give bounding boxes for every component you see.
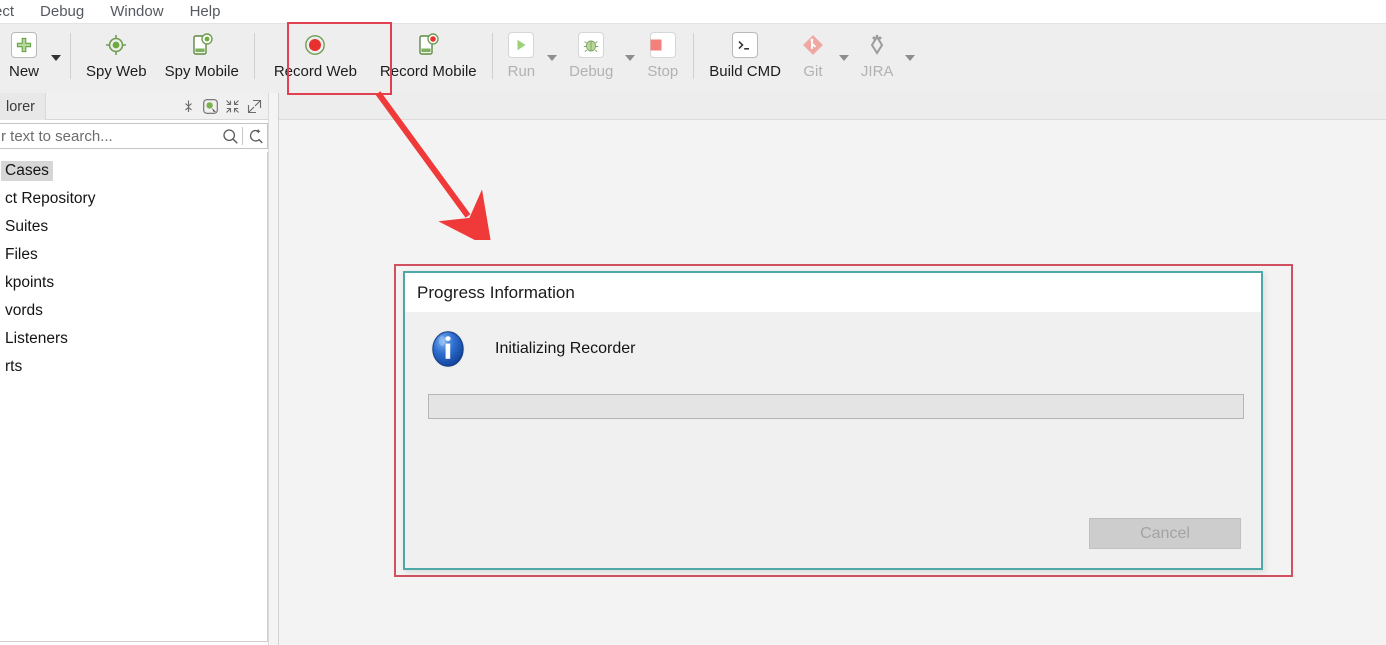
run-play-icon [508, 30, 535, 60]
menu-item-help[interactable]: Help [177, 0, 234, 23]
maximize-icon[interactable] [247, 99, 262, 114]
tests-explorer-panel: lorer r text to search... Cases ct Repos… [0, 93, 268, 645]
menu-item-project[interactable]: ect [0, 0, 27, 23]
tree-item-label: kpoints [5, 274, 55, 291]
debug-dropdown-arrow[interactable] [622, 24, 638, 88]
plus-glyph [16, 37, 32, 53]
main-toolbar: New Spy Web Spy Mobile Record Web Record… [0, 23, 1386, 93]
git-button[interactable]: Git [790, 24, 836, 88]
menu-item-debug[interactable]: Debug [27, 0, 97, 23]
tree-item-data-files[interactable]: Files [0, 241, 261, 269]
menu-bar: ect Debug Window Help [0, 0, 1386, 23]
dialog-message-row: Initializing Recorder [427, 328, 636, 370]
run-dropdown-arrow[interactable] [544, 24, 560, 88]
tree-item-label: rts [5, 358, 23, 375]
spy-mobile-button[interactable]: Spy Mobile [156, 24, 248, 88]
toolbar-group-jira: JIRA [852, 24, 919, 94]
spy-web-button[interactable]: Spy Web [77, 24, 156, 88]
dialog-title: Progress Information [417, 282, 575, 302]
run-button-label: Run [507, 63, 536, 80]
jira-icon [863, 30, 891, 60]
git-dropdown-arrow[interactable] [836, 24, 852, 88]
run-button[interactable]: Run [499, 24, 545, 88]
tree-item-label: Cases [1, 161, 53, 181]
dialog-message: Initializing Recorder [495, 340, 636, 357]
debug-button[interactable]: Debug [560, 24, 622, 88]
tree-item-checkpoints[interactable]: kpoints [0, 269, 261, 297]
advanced-search-icon[interactable] [243, 124, 267, 148]
tree-item-label: Suites [5, 218, 49, 235]
toolbar-group-new: New [0, 24, 64, 94]
tree-item-label: Listeners [5, 330, 68, 347]
toolbar-group-git: Git [790, 24, 852, 94]
stop-button[interactable]: Stop [638, 24, 687, 88]
record-web-button-label: Record Web [273, 63, 357, 80]
toolbar-separator-4 [693, 33, 695, 79]
jira-button[interactable]: JIRA [852, 24, 903, 88]
terminal-prompt-icon [732, 30, 759, 60]
record-mobile-device-icon [415, 30, 441, 60]
cancel-button[interactable]: Cancel [1089, 518, 1241, 549]
progress-information-dialog: Progress Information Initializing Record… [403, 271, 1263, 570]
tree-item-test-suites[interactable]: Suites [0, 213, 261, 241]
toolbar-group-debug: Debug [560, 24, 638, 94]
new-button-label: New [9, 63, 40, 80]
tree-item-test-cases[interactable]: Cases [0, 157, 261, 185]
editor-tab-strip [279, 93, 1386, 120]
sidebar-resize-handle[interactable] [268, 93, 279, 645]
git-button-label: Git [803, 63, 823, 80]
jira-dropdown-arrow[interactable] [902, 24, 918, 88]
record-mobile-button[interactable]: Record Mobile [370, 24, 486, 88]
git-diamond-icon [799, 30, 827, 60]
collapse-to-point-icon[interactable] [181, 99, 196, 114]
tree-item-label: ct Repository [5, 190, 96, 207]
spy-web-target-icon [103, 30, 129, 60]
search-icon[interactable] [218, 124, 242, 148]
record-web-circle-icon [302, 30, 328, 60]
explorer-toolbar [181, 93, 262, 120]
stop-square-icon [649, 30, 676, 60]
tree-item-test-listeners[interactable]: Listeners [0, 325, 261, 353]
new-plus-icon [11, 30, 37, 60]
stop-button-label: Stop [647, 63, 679, 80]
explorer-tab-bar: lorer [0, 93, 268, 120]
debug-button-label: Debug [569, 63, 614, 80]
build-cmd-button[interactable]: Build CMD [700, 24, 790, 88]
tab-tests-explorer[interactable]: lorer [0, 93, 47, 120]
link-with-editor-icon[interactable] [203, 99, 218, 114]
tree-item-object-repository[interactable]: ct Repository [0, 185, 261, 213]
dialog-body: Initializing Recorder Cancel [405, 312, 1261, 568]
record-web-button[interactable]: Record Web [261, 24, 370, 88]
record-mobile-button-label: Record Mobile [379, 63, 477, 80]
menu-item-window[interactable]: Window [97, 0, 176, 23]
toolbar-separator-1 [70, 33, 72, 79]
search-input[interactable] [0, 124, 218, 148]
collapse-all-icon[interactable] [225, 99, 240, 114]
debug-bug-icon [578, 30, 605, 60]
tree-item-keywords[interactable]: vords [0, 297, 261, 325]
spy-mobile-button-label: Spy Mobile [164, 63, 239, 80]
jira-button-label: JIRA [860, 63, 894, 80]
toolbar-group-run: Run [499, 24, 561, 94]
tests-explorer-tree: Cases ct Repository Suites Files kpoints… [0, 157, 261, 381]
cancel-button-label: Cancel [1140, 524, 1190, 542]
progress-bar [428, 394, 1244, 419]
new-dropdown-arrow[interactable] [48, 24, 64, 88]
new-button[interactable]: New [0, 24, 48, 88]
info-icon [427, 328, 469, 370]
toolbar-separator-2 [253, 33, 255, 79]
tree-item-label: vords [5, 302, 43, 319]
spy-mobile-device-icon [189, 30, 215, 60]
tree-item-reports[interactable]: rts [0, 353, 261, 381]
tree-item-label: Files [5, 246, 38, 263]
search-box[interactable] [0, 123, 268, 149]
dialog-title-bar: Progress Information [405, 273, 1261, 312]
tab-tests-explorer-label: lorer [6, 98, 36, 115]
build-cmd-button-label: Build CMD [709, 63, 781, 80]
tests-explorer-tree-panel: Cases ct Repository Suites Files kpoints… [0, 152, 268, 642]
spy-web-button-label: Spy Web [86, 63, 147, 80]
toolbar-separator-3 [491, 33, 493, 79]
